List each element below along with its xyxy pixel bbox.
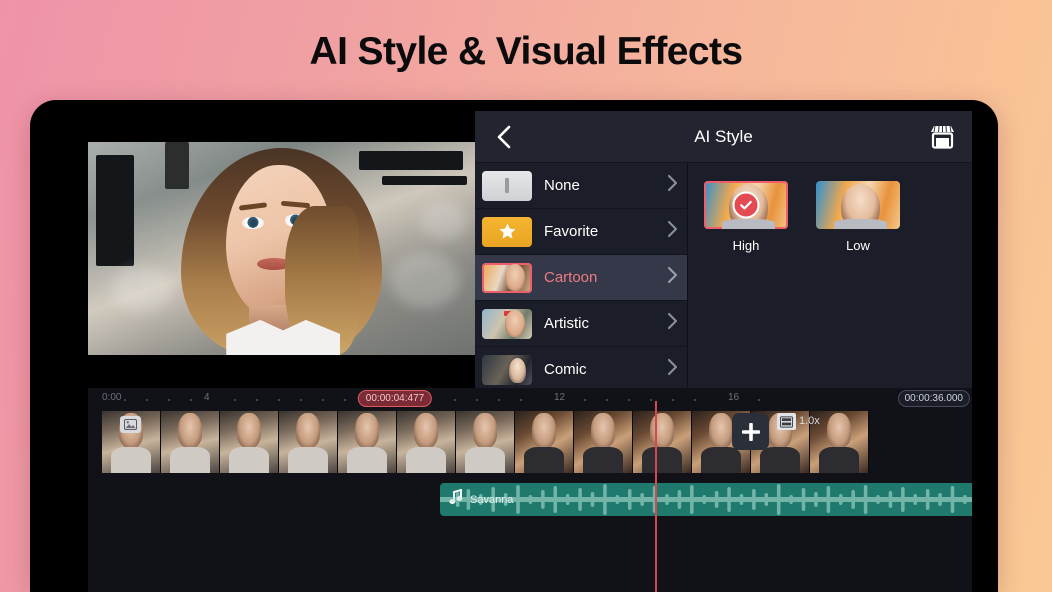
comic-tile-icon [482,355,532,385]
cartoon-tile-icon [482,263,532,293]
video-track[interactable] [102,411,972,473]
clip-frame[interactable] [515,411,574,473]
style-item-label: None [544,177,580,194]
chevron-right-icon [666,358,679,381]
ai-style-panel: AI Style None [475,111,972,388]
clip-frame[interactable] [397,411,456,473]
clip-frame[interactable] [220,411,279,473]
variant-label: Low [816,238,900,253]
portrait-eye [242,217,263,229]
chevron-right-icon [666,220,679,243]
preview-letterbox-bottom [88,355,475,388]
ruler-label: 0:00 [102,392,121,403]
video-preview[interactable] [88,111,475,388]
preview-frame [88,142,475,355]
variant-label: High [704,238,788,253]
plus-icon [740,421,762,443]
clip-frame[interactable] [633,411,692,473]
none-tile-icon [482,171,532,201]
ruler-label: 16 [728,392,739,403]
empty-track-row[interactable] [88,551,972,591]
clip-frame[interactable] [338,411,397,473]
app-screen: AI Style None [88,111,972,592]
audio-track-clip[interactable]: Savanna [440,483,972,516]
add-clip-button[interactable] [732,413,769,450]
style-item-artistic[interactable]: Artistic [475,301,687,347]
variant-low[interactable]: Low [816,181,900,253]
clip-frame[interactable] [102,411,161,473]
style-item-none[interactable]: None [475,163,687,209]
timeline-ruler[interactable]: 0:00 4 12 16 00:00:04:477 00:00:36.000 [88,388,972,410]
style-item-label: Artistic [544,315,589,332]
storefront-icon [929,124,956,149]
chevron-right-icon [666,312,679,335]
variant-grid: High Low [688,163,972,388]
preview-light-blob [421,202,467,240]
playhead-time-badge[interactable]: 00:00:04:477 [358,390,432,407]
audio-waveform [440,483,972,516]
favorite-tile-icon [482,217,532,247]
chevron-right-icon [666,266,679,289]
style-list[interactable]: None Favorite [475,163,688,388]
clip-speed-label: 1.0x [799,415,820,427]
selected-check-icon [733,192,760,219]
variant-thumbnail [816,181,900,229]
tablet-device-frame: AI Style None [30,100,998,592]
preview-window-shape [165,142,188,189]
store-button[interactable] [926,121,958,153]
clip-icon [777,413,796,430]
style-item-label: Favorite [544,223,598,240]
ruler-label: 12 [554,392,565,403]
style-item-comic[interactable]: Comic [475,347,687,388]
total-duration-badge: 00:00:36.000 [898,390,970,407]
chevron-left-icon [495,124,513,150]
clip-frame[interactable] [574,411,633,473]
preview-light-blob [111,266,173,313]
style-item-label: Comic [544,361,587,378]
clip-frame[interactable] [456,411,515,473]
audio-clip-label: Savanna [470,494,513,506]
panel-header: AI Style [475,111,972,163]
clip-frame[interactable] [279,411,338,473]
preview-window-shape [359,151,463,170]
ruler-label: 4 [204,392,210,403]
page-title: AI Style & Visual Effects [0,30,1052,74]
style-item-favorite[interactable]: Favorite [475,209,687,255]
chevron-right-icon [666,174,679,197]
preview-subject-portrait [200,148,363,355]
style-item-label: Cartoon [544,269,597,286]
image-icon [120,416,141,433]
panel-body: None Favorite [475,163,972,388]
timeline[interactable]: 0:00 4 12 16 00:00:04:477 00:00:36.000 [88,388,972,592]
preview-window-shape [382,176,467,185]
star-icon [498,222,517,241]
style-item-cartoon[interactable]: Cartoon [475,255,687,301]
playhead[interactable] [655,401,657,592]
artistic-tile-icon [482,309,532,339]
panel-title: AI Style [475,127,972,147]
variant-thumbnail [704,181,788,229]
back-button[interactable] [489,122,519,152]
preview-letterbox-top [88,111,475,142]
preview-window-shape [96,155,135,266]
clip-frame[interactable] [161,411,220,473]
variant-high[interactable]: High [704,181,788,253]
preview-light-blob [390,253,460,308]
